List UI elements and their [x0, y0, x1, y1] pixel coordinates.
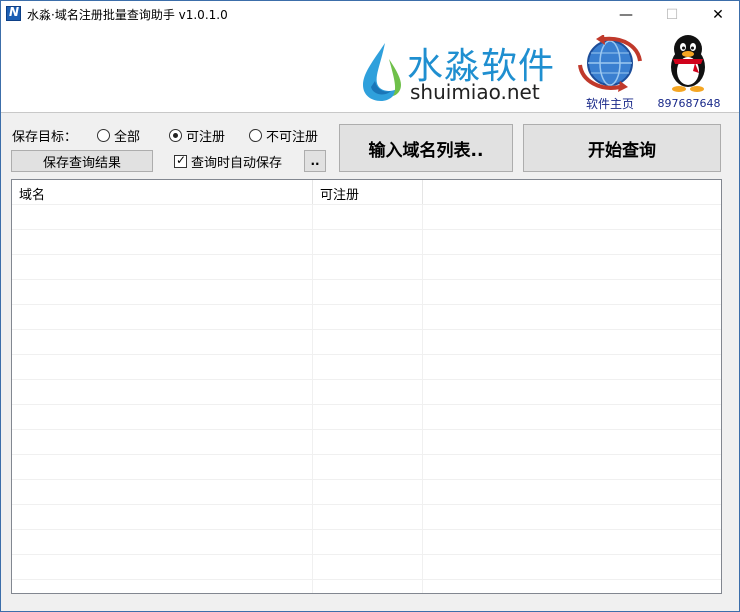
app-icon: [6, 5, 21, 21]
table-cell: [12, 205, 313, 230]
auto-save-label: 查询时自动保存: [191, 156, 283, 171]
table-cell: [12, 430, 313, 455]
radio-unavailable[interactable]: 不可注册: [249, 126, 318, 145]
table-row: [12, 329, 721, 355]
table-row: [12, 429, 721, 455]
auto-save-checkbox[interactable]: 查询时自动保存: [174, 152, 282, 171]
globe-home-icon[interactable]: [576, 35, 644, 95]
radio-circle-icon[interactable]: [249, 129, 262, 142]
table-row: [12, 304, 721, 330]
table-cell: [12, 530, 313, 555]
table-cell: [12, 230, 313, 255]
list-header: 域名 可注册: [12, 180, 721, 204]
table-row: [12, 529, 721, 555]
input-domains-button[interactable]: 输入域名列表..: [339, 124, 513, 172]
table-row: [12, 254, 721, 280]
table-cell: [313, 530, 423, 555]
maximize-button[interactable]: ☐: [649, 1, 695, 29]
table-cell: [12, 330, 313, 355]
table-cell: [313, 305, 423, 330]
table-row: [12, 479, 721, 505]
qq-number-link[interactable]: 897687648: [653, 97, 725, 110]
radio-available-label: 可注册: [186, 130, 226, 145]
browse-save-path-button[interactable]: ..: [304, 150, 326, 172]
table-cell: [12, 380, 313, 405]
table-row: [12, 454, 721, 480]
domain-results-list[interactable]: 域名 可注册: [11, 179, 722, 594]
start-query-button[interactable]: 开始查询: [523, 124, 721, 172]
list-body: [12, 204, 721, 593]
table-cell: [12, 255, 313, 280]
table-cell: [12, 280, 313, 305]
table-cell: [12, 305, 313, 330]
table-row: [12, 279, 721, 305]
table-cell: [12, 455, 313, 480]
qq-penguin-icon[interactable]: [665, 33, 711, 93]
table-row: [12, 204, 721, 230]
minimize-button[interactable]: —: [603, 1, 649, 29]
home-page-link[interactable]: 软件主页: [574, 95, 646, 112]
brand-url-text: shuimiao.net: [410, 80, 540, 104]
save-results-button[interactable]: 保存查询结果: [11, 150, 153, 172]
window-title: 水淼·域名注册批量查询助手 v1.0.1.0: [27, 8, 228, 22]
table-cell: [313, 455, 423, 480]
close-button[interactable]: ✕: [695, 1, 740, 29]
save-target-label: 保存目标：: [12, 130, 78, 145]
water-drop-logo-icon: [363, 43, 401, 101]
radio-all-label: 全部: [114, 130, 141, 145]
table-cell: [313, 355, 423, 380]
title-bar[interactable]: 水淼·域名注册批量查询助手 v1.0.1.0 — ☐ ✕: [1, 1, 739, 29]
table-cell: [12, 355, 313, 380]
table-cell: [313, 555, 423, 580]
table-cell: [313, 480, 423, 505]
table-cell: [313, 330, 423, 355]
table-row: [12, 579, 721, 593]
radio-circle-icon[interactable]: [97, 129, 110, 142]
table-cell: [12, 505, 313, 530]
header-banner: 水淼软件 shuimiao.net 软件主页 897687648: [1, 29, 739, 113]
radio-all[interactable]: 全部: [97, 126, 140, 145]
table-cell: [313, 405, 423, 430]
table-row: [12, 504, 721, 530]
table-row: [12, 229, 721, 255]
table-row: [12, 554, 721, 580]
table-row: [12, 354, 721, 380]
table-cell: [12, 480, 313, 505]
table-cell: [313, 205, 423, 230]
table-cell: [12, 580, 313, 593]
table-cell: [313, 380, 423, 405]
checkbox-checked-icon[interactable]: [174, 153, 187, 168]
table-cell: [313, 280, 423, 305]
radio-available[interactable]: 可注册: [169, 126, 225, 145]
table-cell: [313, 430, 423, 455]
radio-selected-icon[interactable]: [169, 129, 182, 142]
app-window: 水淼·域名注册批量查询助手 v1.0.1.0 — ☐ ✕ 水淼软件 shuimi…: [0, 0, 740, 612]
table-row: [12, 379, 721, 405]
table-cell: [313, 505, 423, 530]
table-cell: [12, 555, 313, 580]
table-cell: [313, 580, 423, 593]
table-cell: [12, 405, 313, 430]
table-cell: [313, 230, 423, 255]
column-header-domain[interactable]: 域名: [12, 180, 313, 204]
table-cell: [313, 255, 423, 280]
column-header-available[interactable]: 可注册: [313, 180, 423, 204]
table-row: [12, 404, 721, 430]
radio-unavailable-label: 不可注册: [266, 130, 319, 145]
